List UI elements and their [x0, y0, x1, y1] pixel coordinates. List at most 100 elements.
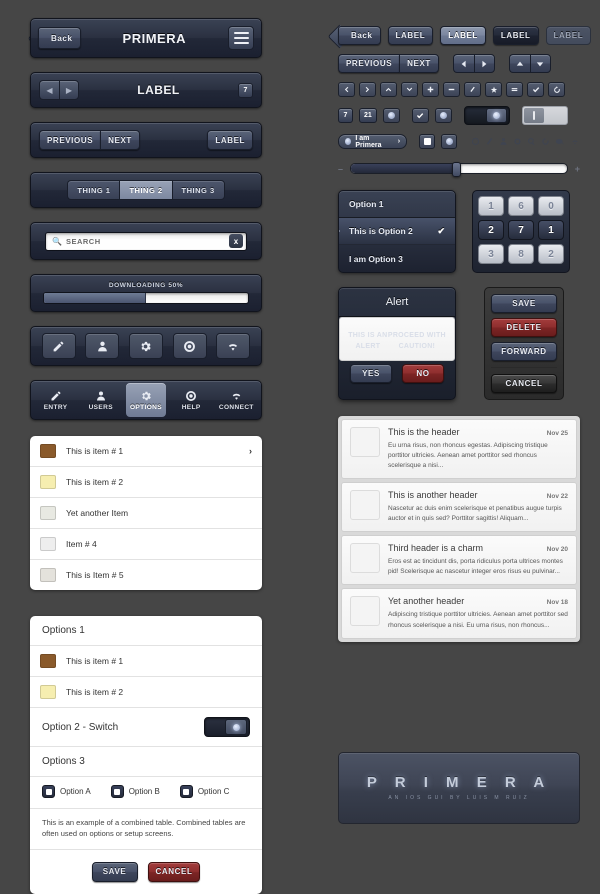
dark-toggle-switch[interactable] [463, 106, 510, 125]
pencil-icon[interactable] [485, 137, 494, 146]
segment-thing-1[interactable]: THING 1 [67, 180, 120, 200]
list-item[interactable]: Yet another Item [30, 498, 262, 529]
segment-thing-2[interactable]: THING 2 [119, 180, 172, 200]
sheet-delete-button[interactable]: DELETE [491, 318, 557, 337]
tab-help[interactable]: HELP [171, 383, 211, 417]
keypad-key[interactable]: 2 [478, 220, 504, 240]
checkbox-option-b[interactable]: Option B [110, 785, 160, 798]
check-icon[interactable] [411, 108, 429, 123]
keypad-key[interactable]: 6 [508, 196, 534, 216]
glow-dot-icon[interactable] [382, 108, 400, 123]
slider-handle[interactable] [452, 162, 462, 177]
right-arrow-icon[interactable] [473, 54, 495, 73]
message-row[interactable]: This is the header Nov 25 Eu urna risus,… [341, 419, 577, 480]
alert-yes-button[interactable]: YES [350, 364, 392, 384]
list-item[interactable]: This is item # 1 › [30, 436, 262, 467]
glow-dot-icon-3[interactable] [441, 134, 458, 149]
keypad-key[interactable]: 1 [538, 220, 564, 240]
keypad-key[interactable]: 0 [538, 196, 564, 216]
next-button[interactable]: NEXT [100, 130, 140, 150]
message-row[interactable]: This is another header Nov 22 Nascetur a… [341, 482, 577, 533]
options-list-item[interactable]: This is item # 2 [30, 677, 262, 708]
light-toggle-switch[interactable] [521, 106, 568, 125]
pencil-icon[interactable] [41, 333, 76, 359]
label-button-normal[interactable]: LABEL [387, 26, 434, 45]
options-list-item[interactable]: This is item # 1 [30, 646, 262, 677]
slider-minus-label[interactable]: – [338, 164, 343, 174]
checkbox-option-a[interactable]: Option A [42, 785, 91, 798]
message-row[interactable]: Third header is a charm Nov 20 Eros est … [341, 535, 577, 586]
check-icon[interactable] [527, 82, 544, 97]
chevron-down-icon[interactable] [401, 82, 418, 97]
primera-pill-button[interactable]: I am Primera › [338, 134, 408, 149]
message-row[interactable]: Yet another header Nov 18 Adipiscing tri… [341, 588, 577, 639]
chevron-right-icon[interactable] [359, 82, 376, 97]
gear-icon[interactable] [128, 333, 163, 359]
search-icon[interactable] [527, 137, 536, 146]
equals-icon[interactable] [506, 82, 523, 97]
plus-icon[interactable] [422, 82, 439, 97]
item-thumbnail [40, 537, 56, 551]
refresh-icon[interactable] [541, 137, 550, 146]
keypad-key[interactable]: 2 [538, 244, 564, 264]
sheet-save-button[interactable]: SAVE [491, 294, 557, 313]
star-icon[interactable] [485, 82, 502, 97]
picker-option-2[interactable]: This is Option 2 ✔ [339, 218, 455, 245]
pencil-icon[interactable] [464, 82, 481, 97]
keypad-key[interactable]: 1 [478, 196, 504, 216]
chevron-left-icon[interactable] [338, 82, 355, 97]
back-button-sample[interactable]: Back [338, 26, 381, 45]
glow-dot-icon-2[interactable] [434, 108, 452, 123]
user-icon[interactable] [499, 137, 508, 146]
alert-no-button[interactable]: NO [402, 364, 444, 384]
down-arrow-icon[interactable] [529, 54, 551, 73]
user-icon[interactable] [85, 333, 120, 359]
label-button-dark[interactable]: LABEL [492, 26, 539, 45]
list-item[interactable]: This is item # 2 [30, 467, 262, 498]
sheet-forward-button[interactable]: FORWARD [491, 342, 557, 361]
wifi-icon[interactable] [216, 333, 251, 359]
list-item[interactable]: This is Item # 5 [30, 560, 262, 590]
left-arrow-icon[interactable]: ◀ [39, 80, 59, 100]
minus-icon[interactable] [443, 82, 460, 97]
checkbox-option-c[interactable]: Option C [179, 785, 229, 798]
label-button-active[interactable]: LABEL [440, 26, 486, 45]
clear-search-button[interactable]: x [229, 234, 243, 248]
next-button[interactable]: NEXT [399, 54, 439, 73]
picker-option-1[interactable]: Option 1 [339, 191, 455, 218]
gear-icon[interactable] [513, 137, 522, 146]
slider-plus-label[interactable]: + [575, 164, 580, 174]
previous-button[interactable]: PREVIOUS [338, 54, 400, 73]
sheet-divider [491, 367, 557, 368]
back-button[interactable]: Back [38, 27, 81, 49]
up-arrow-icon[interactable] [508, 54, 530, 73]
option-switch[interactable] [204, 717, 250, 737]
left-arrow-icon[interactable] [452, 54, 474, 73]
segment-thing-3[interactable]: THING 3 [171, 180, 225, 200]
cancel-button[interactable]: CANCEL [147, 861, 201, 882]
label-button[interactable]: LABEL [207, 130, 253, 150]
tab-entry[interactable]: ENTRY [36, 383, 76, 417]
tag-icon[interactable] [555, 137, 565, 146]
lifebuoy-icon[interactable] [172, 333, 207, 359]
circle-icon[interactable] [471, 137, 480, 146]
sheet-cancel-button[interactable]: CANCEL [491, 374, 557, 393]
tab-users[interactable]: USERS [81, 383, 121, 417]
previous-button[interactable]: PREVIOUS [39, 130, 101, 150]
tab-connect[interactable]: CONNECT [216, 383, 256, 417]
search-input[interactable]: 🔍 SEARCH x [45, 231, 247, 251]
keypad-key[interactable]: 3 [478, 244, 504, 264]
hamburger-icon[interactable] [228, 26, 254, 50]
right-arrow-icon[interactable]: ▶ [59, 80, 79, 100]
refresh-icon[interactable] [548, 82, 565, 97]
picker-option-3[interactable]: I am Option 3 [339, 245, 455, 272]
save-button[interactable]: SAVE [91, 861, 138, 882]
list-item[interactable]: Item # 4 [30, 529, 262, 560]
volume-slider[interactable] [350, 162, 568, 177]
keypad-key[interactable]: 7 [508, 220, 534, 240]
keypad-key[interactable]: 8 [508, 244, 534, 264]
tab-options[interactable]: OPTIONS [125, 383, 166, 417]
wifi-icon[interactable] [570, 138, 580, 146]
chevron-up-icon[interactable] [380, 82, 397, 97]
square-icon-button[interactable] [419, 134, 436, 149]
